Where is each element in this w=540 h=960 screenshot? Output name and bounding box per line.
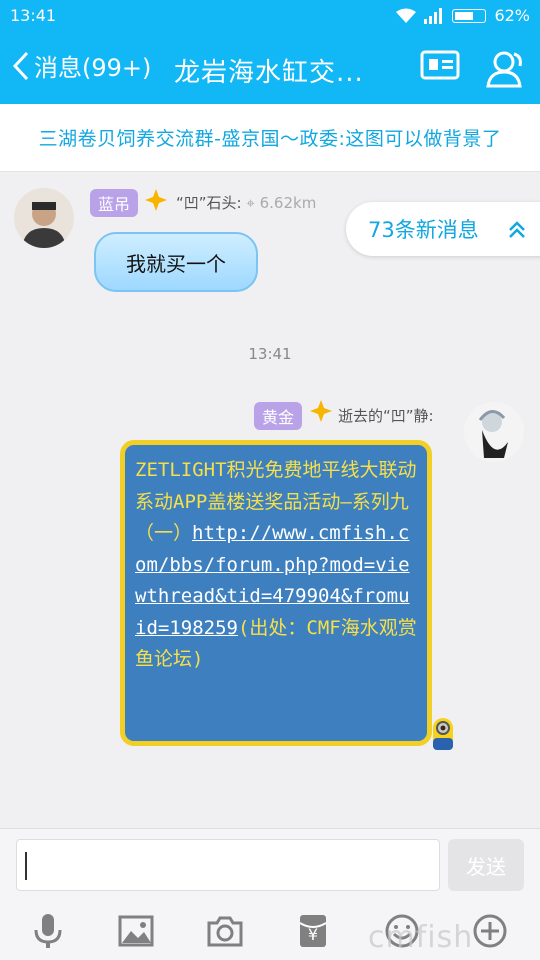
back-button[interactable]: 消息(99+): [12, 48, 151, 83]
battery-level: 62%: [494, 6, 530, 25]
member-title-badge: 蓝吊: [90, 189, 139, 217]
sender-avatar[interactable]: [14, 188, 74, 248]
back-label: 消息(99+): [34, 54, 152, 82]
message-text: ZETLIGHT积光免费地平线大联动系动APP盖楼送奖品活动—系列九（一）htt…: [135, 455, 417, 676]
minion-sticker-icon: [433, 718, 453, 750]
sender-avatar[interactable]: [464, 402, 524, 462]
message-input[interactable]: [16, 839, 440, 891]
new-messages-label: 73条新消息: [368, 218, 479, 242]
sender-name-text: “凹”石头:: [176, 194, 242, 212]
message-bubble-long[interactable]: ZETLIGHT积光免费地平线大联动系动APP盖楼送奖品活动—系列九（一）htt…: [120, 440, 432, 746]
status-time: 13:41: [10, 6, 57, 25]
watermark: cmfish: [368, 920, 474, 955]
profile-card-button[interactable]: [420, 48, 460, 86]
plus-icon: [473, 914, 507, 948]
camera-icon: [207, 916, 243, 947]
message-bubble[interactable]: 我就买一个: [94, 232, 258, 292]
group-notice-banner[interactable]: 三湖卷贝饲养交流群-盛京国～政委:这图可以做背景了: [0, 104, 540, 172]
microphone-icon: [34, 914, 62, 948]
red-packet-icon: ¥: [299, 915, 327, 947]
person-photo-icon: [14, 188, 74, 248]
signal-icon: [424, 7, 443, 24]
red-packet-button[interactable]: ¥: [293, 911, 333, 951]
wifi-icon: [396, 8, 417, 23]
top-bar: 13:41 62% 消息(99+) 龙岩海水缸交...: [0, 0, 540, 104]
new-messages-button[interactable]: 73条新消息: [346, 202, 540, 256]
status-right: 62%: [396, 6, 530, 25]
camera-button[interactable]: [205, 911, 245, 951]
voice-button[interactable]: [28, 911, 68, 951]
text-caret: [25, 852, 27, 880]
more-button[interactable]: [470, 911, 510, 951]
location-pin-icon: ⌖: [246, 194, 255, 212]
chevron-left-icon: [12, 51, 29, 80]
photo-button[interactable]: [116, 911, 156, 951]
send-button[interactable]: 发送: [448, 839, 524, 891]
double-chevron-up-icon: [509, 221, 525, 238]
member-title-badge: 黄金: [254, 402, 303, 430]
nav-bar: 消息(99+) 龙岩海水缸交...: [0, 38, 540, 100]
sender-distance: 6.62km: [259, 194, 317, 212]
sparkle-icon: [145, 189, 167, 211]
chat-title: 龙岩海水缸交...: [174, 58, 364, 88]
anime-avatar-icon: [464, 402, 524, 462]
sparkle-icon: [310, 400, 332, 422]
message-timestamp: 13:41: [248, 345, 292, 363]
sender-name: “凹”石头: ⌖ 6.62km: [176, 192, 316, 213]
battery-icon: [452, 8, 487, 23]
status-bar: 13:41 62%: [0, 0, 540, 30]
people-icon: [486, 51, 522, 88]
id-card-icon: [420, 50, 460, 80]
sender-name: 逝去的“凹”静:: [338, 407, 434, 425]
group-members-button[interactable]: [484, 48, 528, 92]
image-icon: [118, 915, 154, 947]
